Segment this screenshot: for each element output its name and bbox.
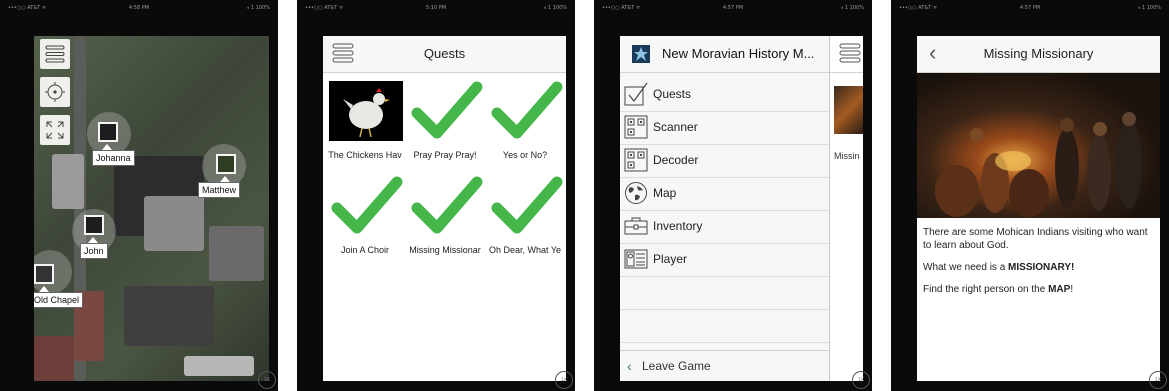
battery-label: ⁎ 1 100% <box>1137 5 1161 11</box>
nav-bar: ‹ Missing Missionary <box>917 36 1160 73</box>
quest-label: Missing Missionar <box>409 245 481 255</box>
map-building <box>184 356 254 376</box>
checkmark-icon <box>491 81 563 139</box>
menu-item-label: Scanner <box>653 120 698 134</box>
battery-label: ⁎ 1 100% <box>840 5 864 11</box>
quest-label: Yes or No? <box>502 150 548 160</box>
id-card-icon <box>624 249 648 269</box>
chicken-image <box>329 81 403 141</box>
device-quests: •••○○ AT&T ᯤ 5:10 PM ⁎ 1 100% Quests The… <box>297 0 575 391</box>
page-title: Quests <box>423 46 466 61</box>
locate-button[interactable] <box>40 77 70 107</box>
leave-game-label: Leave Game <box>642 359 711 373</box>
quest-label: Oh Dear, What Ye <box>488 245 562 255</box>
menu-button[interactable] <box>40 39 70 69</box>
zoom-badge: 1X <box>1149 371 1167 389</box>
device-map: •••○○ AT&T ᯤ 4:58 PM ⁎ 1 100% Johanna Ma… <box>0 0 278 391</box>
qr-scanner-icon <box>624 115 648 139</box>
menu-item-quests[interactable]: Quests <box>620 78 829 112</box>
device-menu: •••○○ AT&T ᯤ 4:57 PM ⁎ 1 100% New Moravi… <box>594 0 872 391</box>
zoom-badge: 1X <box>852 371 870 389</box>
hamburger-icon <box>839 43 861 63</box>
hamburger-icon <box>45 45 65 63</box>
quest-illustration <box>917 73 1160 218</box>
map-building <box>52 154 84 209</box>
map-building <box>209 226 264 281</box>
menu-item-scanner[interactable]: Scanner <box>620 111 829 145</box>
map-trees <box>34 336 74 381</box>
globe-icon <box>625 182 647 204</box>
description-paragraph: There are some Mohican Indians visiting … <box>923 227 1148 251</box>
location-thumbnail <box>34 264 54 284</box>
briefcase-icon <box>624 217 648 235</box>
zoom-badge: 1X <box>258 371 276 389</box>
emphasis-text: MISSIONARY! <box>1008 262 1075 273</box>
nav-bar: Quests <box>323 36 566 73</box>
checkmark-icon <box>411 176 483 234</box>
pin-label: John <box>80 243 108 259</box>
quest-label: The Chickens Hav <box>328 150 402 160</box>
location-target-icon <box>45 82 65 102</box>
satellite-map[interactable]: Johanna Matthew John Old Chapel <box>34 36 269 381</box>
status-bar: •••○○ AT&T ᯤ 4:57 PM ⁎ 1 100% <box>594 0 872 16</box>
quest-label: Join A Choir <box>340 245 390 255</box>
menu-item-label: Quests <box>653 87 692 101</box>
menu-item-player[interactable]: Player <box>620 243 829 277</box>
checkmark-icon <box>491 176 563 234</box>
map-building <box>124 286 214 346</box>
menu-item-map[interactable]: Map <box>620 177 829 211</box>
leave-game-button[interactable]: ‹ Leave Game <box>620 350 829 381</box>
fit-all-button[interactable] <box>40 115 70 145</box>
checkbox-icon <box>624 82 648 106</box>
menu-item-label: Player <box>653 252 688 266</box>
quest-description: There are some Mohican Indians visiting … <box>923 226 1155 305</box>
map-building <box>144 196 204 251</box>
game-logo-icon <box>632 45 650 63</box>
battery-label: ⁎ 1 100% <box>543 5 567 11</box>
checkmark-icon <box>411 81 483 139</box>
description-paragraph: Find the right person on the MAP! <box>923 284 1074 295</box>
menu-item-label: Decoder <box>653 153 699 167</box>
expand-arrows-icon <box>46 121 64 139</box>
back-chevron-icon: ‹ <box>627 358 632 374</box>
quests-screen: Quests The Chickens Hav Pray Pray Pray! … <box>323 36 566 381</box>
clock-label: 5:10 PM <box>425 5 447 11</box>
status-bar: •••○○ AT&T ᯤ 4:57 PM ⁎ 1 100% <box>891 0 1169 16</box>
clock-label: 4:57 PM <box>1019 5 1041 11</box>
character-thumbnail <box>84 215 104 235</box>
clock-label: 4:57 PM <box>722 5 744 11</box>
side-menu: New Moravian History M... Quests Scanner <box>620 36 830 381</box>
status-bar: •••○○ AT&T ᯤ 4:58 PM ⁎ 1 100% <box>0 0 278 16</box>
checkmark-icon <box>331 176 403 234</box>
character-thumbnail <box>98 122 118 142</box>
menu-item-label: Map <box>653 186 677 200</box>
battery-label: ⁎ 1 100% <box>246 5 270 11</box>
menu-item-inventory[interactable]: Inventory <box>620 210 829 244</box>
quest-detail-screen: ‹ Missing Missionary There are some Mohi… <box>917 36 1160 381</box>
pin-label: Old Chapel <box>34 292 84 308</box>
qr-decoder-icon <box>624 148 648 172</box>
description-paragraph: What we need is a MISSIONARY! <box>923 262 1075 273</box>
device-quest-detail: •••○○ AT&T ᯤ 4:57 PM ⁎ 1 100% ‹ Missing … <box>891 0 1169 391</box>
page-title: Missing Missionary <box>983 46 1094 61</box>
clock-label: 4:58 PM <box>128 5 150 11</box>
underlying-screen-peek[interactable]: Missin <box>830 36 863 381</box>
game-title: New Moravian History M... <box>662 46 815 61</box>
menu-item-label: Inventory <box>653 219 703 233</box>
status-bar: •••○○ AT&T ᯤ 5:10 PM ⁎ 1 100% <box>297 0 575 16</box>
menu-item-decoder[interactable]: Decoder <box>620 144 829 178</box>
menu-screen: New Moravian History M... Quests Scanner <box>620 36 863 381</box>
zoom-badge: 1X <box>555 371 573 389</box>
pin-label: Matthew <box>198 182 241 198</box>
pin-label: Johanna <box>92 150 135 166</box>
menu-spacer <box>620 309 829 343</box>
quest-image-thumbnail <box>834 86 863 134</box>
emphasis-text: MAP <box>1048 284 1071 295</box>
character-thumbnail <box>216 154 236 174</box>
quest-label: Pray Pray Pray! <box>413 150 477 160</box>
peek-label: Missin <box>834 151 860 161</box>
menu-header: New Moravian History M... <box>620 36 829 73</box>
menu-spacer <box>620 276 829 310</box>
